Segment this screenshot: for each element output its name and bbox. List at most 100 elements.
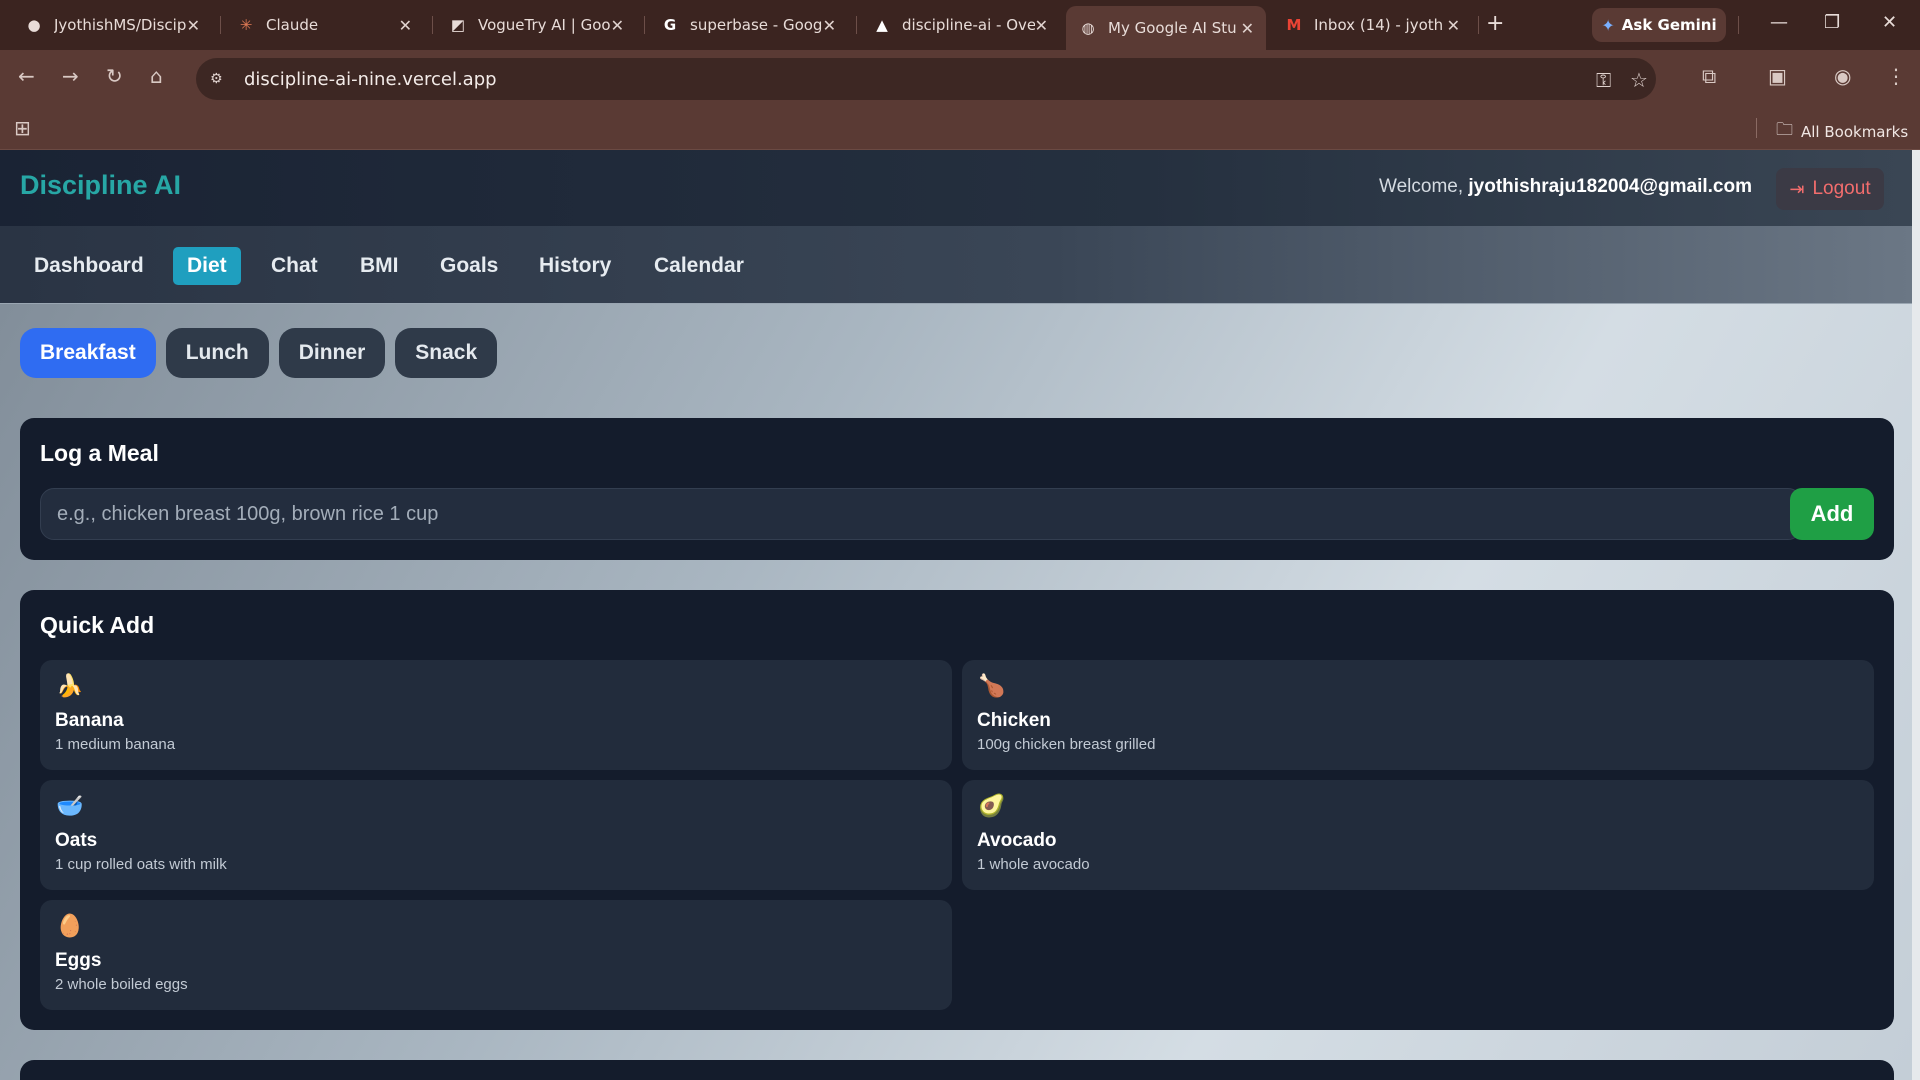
tab-title: My Google AI Stu — [1108, 19, 1237, 37]
nav-calendar[interactable]: Calendar — [640, 247, 758, 285]
all-bookmarks-label: All Bookmarks — [1801, 122, 1909, 141]
bowl-icon: 🥣 — [56, 794, 84, 819]
tab-title: Inbox (14) - jyoth — [1314, 16, 1444, 34]
quick-add-eggs[interactable]: 🥚 Eggs 2 whole boiled eggs — [40, 900, 952, 1010]
quick-add-name: Oats — [55, 830, 98, 851]
reload-icon[interactable]: ↻ — [106, 64, 123, 88]
meal-snack-button[interactable]: Snack — [395, 328, 498, 378]
tab-gmail[interactable]: M Inbox (14) - jyoth ✕ — [1272, 6, 1472, 44]
nav-diet[interactable]: Diet — [173, 247, 241, 285]
user-email: jyothishraju182004@gmail.com — [1468, 176, 1752, 197]
url-text: discipline-ai-nine.vercel.app — [244, 68, 497, 90]
nav-goals[interactable]: Goals — [426, 247, 512, 285]
quick-add-chicken[interactable]: 🍗 Chicken 100g chicken breast grilled — [962, 660, 1874, 770]
site-settings-icon[interactable]: ⚙ — [210, 71, 234, 87]
log-meal-title: Log a Meal — [40, 440, 159, 466]
profile-avatar-icon[interactable]: ◉ — [1834, 64, 1851, 88]
minimize-icon[interactable]: — — [1770, 12, 1788, 33]
quick-add-avocado[interactable]: 🥑 Avocado 1 whole avocado — [962, 780, 1874, 890]
quick-add-desc: 1 medium banana — [55, 736, 176, 753]
quick-add-desc: 1 whole avocado — [977, 856, 1090, 873]
nav-chat[interactable]: Chat — [257, 247, 332, 285]
close-icon[interactable]: ✕ — [1241, 19, 1254, 38]
brand-logo[interactable]: Discipline AI — [20, 170, 181, 201]
quick-add-title: Quick Add — [40, 612, 155, 638]
meal-dinner-button[interactable]: Dinner — [278, 328, 386, 378]
quick-add-banana[interactable]: 🍌 Banana 1 medium banana — [40, 660, 952, 770]
nav-history[interactable]: History — [525, 247, 625, 285]
meal-lunch-button[interactable]: Lunch — [165, 328, 269, 378]
meal-breakfast-button[interactable]: Breakfast — [20, 328, 156, 378]
ask-gemini-label: Ask Gemini — [1621, 16, 1717, 34]
close-icon[interactable]: ✕ — [611, 16, 624, 35]
tab-strip: ● JyothishMS/Discip ✕ ✳ Claude ✕ ◩ Vogue… — [0, 0, 1920, 50]
quick-add-oats[interactable]: 🥣 Oats 1 cup rolled oats with milk — [40, 780, 952, 890]
quick-add-name: Banana — [55, 710, 124, 731]
tab-superbase[interactable]: G superbase - Goog ✕ — [648, 6, 848, 44]
meal-type-selector: Breakfast Lunch Dinner Snack — [20, 328, 498, 378]
browser-toolbar: ← → ↻ ⌂ ⚙ discipline-ai-nine.vercel.app … — [0, 50, 1920, 106]
apps-grid-icon[interactable]: ⊞ — [14, 116, 31, 140]
globe-icon: ◍ — [1081, 19, 1095, 37]
tab-title: Claude — [266, 16, 319, 34]
page-icon: ◩ — [450, 16, 466, 34]
logout-button[interactable]: ⇥ Logout — [1776, 168, 1884, 210]
gmail-icon: M — [1286, 16, 1302, 34]
window-close-icon[interactable]: ✕ — [1882, 12, 1897, 33]
menu-kebab-icon[interactable]: ⋮ — [1886, 64, 1906, 88]
next-section-card — [20, 1060, 1894, 1080]
quick-add-desc: 100g chicken breast grilled — [977, 736, 1156, 753]
logout-label: Logout — [1812, 178, 1871, 199]
main-nav: Dashboard Diet Chat BMI Goals History Ca… — [0, 226, 1912, 304]
egg-icon: 🥚 — [56, 914, 84, 939]
app-header: Discipline AI Welcome, jyothishraju18200… — [0, 150, 1912, 226]
tab-title: VogueTry AI | Goo — [478, 16, 611, 34]
close-icon[interactable]: ✕ — [1035, 16, 1048, 35]
nav-bmi[interactable]: BMI — [346, 247, 413, 285]
github-icon: ● — [27, 16, 41, 34]
tab-claude[interactable]: ✳ Claude ✕ — [224, 6, 424, 44]
extensions-icon[interactable]: ⧉ — [1702, 64, 1716, 88]
tab-title: superbase - Goog — [690, 16, 823, 34]
web-page: Discipline AI Welcome, jyothishraju18200… — [0, 150, 1912, 1080]
close-icon[interactable]: ✕ — [399, 16, 412, 35]
gemini-spark-icon: ✦ — [1601, 15, 1615, 35]
tab-title: discipline-ai - Ove — [902, 16, 1035, 34]
all-bookmarks-button[interactable]: 🗀 All Bookmarks — [1776, 117, 1908, 146]
quick-add-name: Chicken — [977, 710, 1051, 731]
close-icon[interactable]: ✕ — [187, 16, 200, 35]
close-icon[interactable]: ✕ — [823, 16, 836, 35]
quick-add-card: Quick Add 🍌 Banana 1 medium banana 🍗 Chi… — [20, 590, 1894, 1030]
home-icon[interactable]: ⌂ — [150, 64, 163, 88]
restore-icon[interactable]: ❐ — [1824, 12, 1840, 33]
password-key-icon[interactable]: ⚿ — [1596, 68, 1611, 92]
close-icon[interactable]: ✕ — [1447, 16, 1460, 35]
tab-github[interactable]: ● JyothishMS/Discip ✕ — [12, 6, 212, 44]
welcome-prefix: Welcome, — [1379, 176, 1464, 197]
folder-icon: 🗀 — [1776, 120, 1793, 140]
bookmark-star-icon[interactable]: ☆ — [1630, 68, 1648, 92]
tab-discipline-overview[interactable]: ▲ discipline-ai - Ove ✕ — [860, 6, 1060, 44]
page-scrollbar[interactable] — [1912, 150, 1920, 1080]
quick-add-desc: 1 cup rolled oats with milk — [55, 856, 227, 873]
google-icon: G — [663, 16, 677, 34]
avocado-icon: 🥑 — [978, 794, 1006, 819]
meal-input[interactable] — [40, 488, 1802, 540]
tab-title: JyothishMS/Discip — [54, 16, 187, 34]
chicken-leg-icon: 🍗 — [978, 674, 1006, 699]
quick-add-grid: 🍌 Banana 1 medium banana 🍗 Chicken 100g … — [40, 660, 1874, 1010]
address-bar[interactable]: ⚙ discipline-ai-nine.vercel.app ⚿ ☆ — [196, 58, 1656, 100]
new-tab-button[interactable]: + — [1486, 11, 1504, 36]
quick-add-desc: 2 whole boiled eggs — [55, 976, 188, 993]
logout-icon: ⇥ — [1789, 178, 1805, 199]
ask-gemini-button[interactable]: ✦ Ask Gemini — [1592, 8, 1726, 42]
tab-voguetry[interactable]: ◩ VogueTry AI | Goo ✕ — [436, 6, 636, 44]
back-icon[interactable]: ← — [18, 64, 35, 88]
add-meal-button[interactable]: Add — [1790, 488, 1874, 540]
quick-add-name: Eggs — [55, 950, 102, 971]
tab-google-ai-studio[interactable]: ◍ My Google AI Stu ✕ — [1066, 6, 1266, 50]
tab-search-icon[interactable]: ▣ — [1768, 64, 1787, 88]
claude-icon: ✳ — [239, 16, 253, 34]
nav-dashboard[interactable]: Dashboard — [20, 247, 158, 285]
forward-icon[interactable]: → — [62, 64, 79, 88]
